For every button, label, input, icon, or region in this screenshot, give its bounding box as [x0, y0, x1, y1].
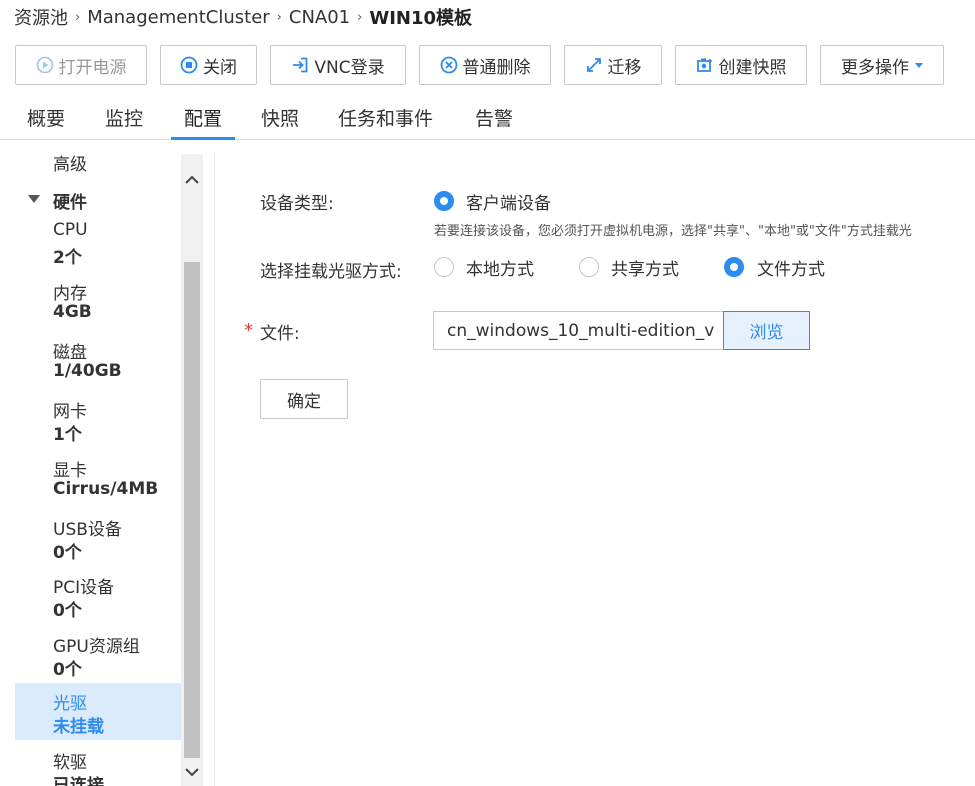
toolbar: 打开电源 关闭 VNC登录 普通删除 迁移 创建快照 更多操作 — [15, 45, 957, 85]
delete-label: 普通删除 — [462, 57, 531, 78]
chevron-right-icon: › — [75, 9, 81, 25]
config-sidebar: 高级 硬件 CPU 2个 内存 4GB 磁盘 1/40GB 网卡 1个 显卡 C… — [15, 154, 201, 786]
sidebar-item-pci[interactable]: PCI设备 0个 — [15, 569, 181, 625]
sidebar-item-label: 软驱 — [53, 753, 87, 773]
caret-down-icon — [915, 62, 923, 68]
sidebar-item-label: PCI设备 — [53, 578, 115, 598]
sidebar-item-label: USB设备 — [53, 520, 122, 540]
login-icon — [291, 56, 309, 74]
sidebar-item-value: 未挂载 — [53, 717, 104, 737]
chevron-right-icon: › — [357, 9, 363, 25]
vnc-login-button[interactable]: VNC登录 — [270, 45, 406, 85]
stop-circle-icon — [180, 56, 198, 74]
tab-snapshot[interactable]: 快照 — [261, 104, 299, 140]
snapshot-label: 创建快照 — [718, 57, 787, 78]
chevron-right-icon: › — [276, 9, 282, 25]
sidebar-group-label: 硬件 — [53, 193, 87, 213]
camera-icon — [696, 56, 714, 74]
sidebar-item-nic[interactable]: 网卡 1个 — [15, 393, 181, 449]
power-on-button[interactable]: 打开电源 — [15, 45, 147, 85]
required-mark: * — [244, 320, 253, 341]
sidebar-item-value: 0个 — [53, 543, 82, 563]
tab-bar: 概要 监控 配置 快照 任务和事件 告警 — [0, 96, 975, 140]
sidebar-item-label: GPU资源组 — [53, 637, 140, 657]
create-snapshot-button[interactable]: 创建快照 — [675, 45, 807, 85]
triangle-down-icon — [28, 195, 40, 203]
sidebar-item-cdrom[interactable]: 光驱 未挂载 — [15, 683, 181, 740]
sidebar-item-value: 0个 — [53, 660, 82, 680]
expand-arrows-icon — [585, 56, 603, 74]
sidebar-item-gpu-display[interactable]: 显卡 Cirrus/4MB — [15, 452, 181, 508]
sidebar-item-gpu-group[interactable]: GPU资源组 0个 — [15, 628, 181, 684]
more-actions-label: 更多操作 — [841, 57, 909, 78]
sidebar-item-label: CPU — [53, 220, 88, 240]
sidebar-group-hardware[interactable]: 硬件 — [15, 188, 181, 213]
sidebar-item-label: 显卡 — [53, 461, 87, 481]
sidebar-item-value: 2个 — [53, 248, 82, 268]
radio-local-mode[interactable] — [434, 257, 454, 277]
sidebar-item-disk[interactable]: 磁盘 1/40GB — [15, 334, 181, 390]
sidebar-item-label: 网卡 — [53, 402, 87, 422]
sidebar-item-memory[interactable]: 内存 4GB — [15, 275, 181, 331]
scrollbar-thumb[interactable] — [184, 262, 200, 758]
radio-file-mode[interactable] — [724, 257, 744, 277]
breadcrumb-item-host[interactable]: CNA01 — [289, 7, 350, 28]
sidebar-item-value: 已连接 — [53, 776, 104, 786]
sidebar-item-label: 光驱 — [53, 694, 87, 714]
sidebar-item-cpu[interactable]: CPU 2个 — [15, 216, 181, 272]
tab-tasks-events[interactable]: 任务和事件 — [338, 104, 433, 140]
file-path-input[interactable]: cn_windows_10_multi-edition_v — [433, 311, 724, 350]
migrate-label: 迁移 — [607, 57, 642, 78]
sidebar-item-usb[interactable]: USB设备 0个 — [15, 511, 181, 567]
power-on-label: 打开电源 — [58, 57, 127, 78]
shutdown-label: 关闭 — [203, 57, 237, 78]
sidebar-item-floppy[interactable]: 软驱 已连接 — [15, 744, 181, 786]
file-label: 文件: — [260, 324, 300, 344]
breadcrumb-item-cluster[interactable]: ManagementCluster — [87, 7, 269, 28]
sidebar-item-label: 内存 — [53, 284, 87, 304]
play-circle-icon — [36, 56, 54, 74]
close-circle-icon — [440, 56, 458, 74]
radio-client-device[interactable] — [434, 191, 454, 211]
shared-mode-label: 共享方式 — [611, 260, 679, 280]
radio-shared-mode[interactable] — [579, 257, 599, 277]
mount-mode-label: 选择挂载光驱方式: — [260, 262, 402, 282]
breadcrumb-current: WIN10模板 — [369, 8, 473, 29]
device-type-label: 设备类型: — [260, 194, 334, 214]
more-actions-dropdown[interactable]: 更多操作 — [820, 45, 944, 85]
device-hint: 若要连接该设备，您必须打开虚拟机电源，选择"共享"、"本地"或"文件"方式挂载光 — [434, 224, 912, 239]
sidebar-item-label: 磁盘 — [53, 343, 87, 363]
sidebar-item-advanced[interactable]: 高级 — [15, 154, 181, 178]
migrate-button[interactable]: 迁移 — [564, 45, 662, 85]
browse-button[interactable]: 浏览 — [723, 311, 810, 350]
file-mode-label: 文件方式 — [757, 260, 825, 280]
sidebar-item-value: 4GB — [53, 302, 92, 322]
tab-config[interactable]: 配置 — [171, 104, 235, 140]
chevron-down-icon[interactable] — [184, 764, 200, 780]
tab-alarms[interactable]: 告警 — [475, 104, 513, 140]
delete-button[interactable]: 普通删除 — [419, 45, 551, 85]
client-device-label: 客户端设备 — [466, 194, 551, 214]
chevron-up-icon[interactable] — [184, 172, 200, 188]
tab-summary[interactable]: 概要 — [27, 104, 65, 140]
sidebar-item-value: Cirrus/4MB — [53, 479, 159, 499]
sidebar-item-value: 1/40GB — [53, 361, 122, 381]
breadcrumb-item-resource-pool[interactable]: 资源池 — [14, 4, 68, 30]
tab-monitor[interactable]: 监控 — [105, 104, 143, 140]
shutdown-button[interactable]: 关闭 — [160, 45, 257, 85]
breadcrumb: 资源池 › ManagementCluster › CNA01 › WIN10模… — [14, 4, 473, 30]
local-mode-label: 本地方式 — [466, 260, 534, 280]
sidebar-scrollbar[interactable] — [181, 154, 203, 786]
sidebar-item-value: 0个 — [53, 601, 82, 621]
panel-divider — [214, 154, 215, 786]
ok-button[interactable]: 确定 — [260, 379, 348, 419]
sidebar-item-value: 1个 — [53, 425, 82, 445]
vnc-login-label: VNC登录 — [314, 57, 385, 78]
sidebar-item-label: 高级 — [53, 155, 87, 175]
